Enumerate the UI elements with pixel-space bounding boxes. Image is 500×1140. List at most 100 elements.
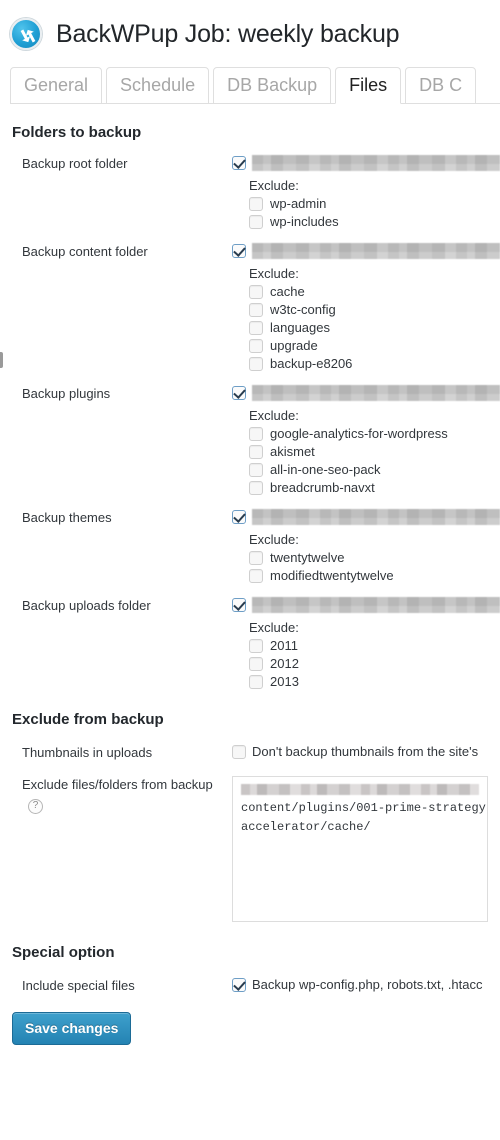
save-changes-button[interactable]: Save changes (12, 1012, 132, 1046)
row-exclude-files-folders: Exclude files/folders from backup? conte… (0, 775, 500, 922)
exclude-item-backup-e8206[interactable]: backup-e8206 (249, 356, 500, 371)
exclude-label: Exclude: (249, 532, 299, 547)
exclude-item-label: languages (270, 320, 330, 335)
checkbox-exclude-backup-e8206[interactable] (249, 356, 263, 371)
row-label: Backup root folder (22, 156, 128, 171)
checkbox-exclude-2013[interactable] (249, 674, 263, 689)
backup-plugins-toggle[interactable] (232, 385, 500, 401)
exclude-item-label: modifiedtwentytwelve (270, 568, 394, 583)
exclude-item-all-in-one-seo-pack[interactable]: all-in-one-seo-pack (249, 462, 500, 477)
row-backup-uploads-folder: Backup uploads folder Exclude: 2011 2012… (0, 597, 500, 689)
checkbox-exclude-w3tc-config[interactable] (249, 302, 263, 317)
exclude-item-modifiedtwentytwelve[interactable]: modifiedtwentytwelve (249, 568, 500, 583)
checkbox-exclude-twentytwelve[interactable] (249, 550, 263, 565)
section-title-exclude-from-backup: Exclude from backup (12, 711, 164, 728)
row-include-special-files: Include special files Backup wp-config.p… (0, 977, 500, 995)
exclude-item-label: wp-admin (270, 196, 327, 211)
row-field: Backup wp-config.php, robots.txt, .htacc (232, 977, 500, 995)
checkbox-backup-themes[interactable] (232, 510, 246, 524)
page-header: BackWPup Job: weekly backup (0, 0, 500, 56)
redacted-exclude-path-line (241, 783, 479, 795)
clipped-edge-handle (0, 352, 3, 368)
checkbox-backup-plugins[interactable] (232, 386, 246, 400)
redacted-path-themes (252, 509, 500, 525)
backup-themes-toggle[interactable] (232, 509, 500, 525)
tab-db-backup[interactable]: DB Backup (213, 66, 332, 104)
exclude-item-w3tc-config[interactable]: w3tc-config (249, 302, 500, 317)
row-label: Backup uploads folder (22, 598, 151, 613)
row-label: Backup plugins (22, 386, 111, 401)
exclude-item-akismet[interactable]: akismet (249, 444, 500, 459)
row-field: Exclude: twentytwelve modifiedtwentytwel… (232, 509, 500, 583)
exclude-item-google-analytics-for-wordpress[interactable]: google-analytics-for-wordpress (249, 426, 500, 441)
exclude-files-textarea[interactable]: content/plugins/001-prime-strategy-t acc… (232, 775, 488, 922)
tab-db-check[interactable]: DB C (405, 66, 477, 104)
section-title-special-option: Special option (12, 943, 115, 961)
exclude-item-2012[interactable]: 2012 (249, 656, 500, 671)
exclude-item-wp-admin[interactable]: wp-admin (249, 196, 500, 211)
tab-bar: General Schedule DB Backup Files DB C (10, 66, 500, 104)
checkbox-exclude-breadcrumb-navxt[interactable] (249, 480, 263, 495)
exclude-item-twentytwelve[interactable]: twentytwelve (249, 550, 500, 565)
row-field: Exclude: google-analytics-for-wordpress … (232, 385, 500, 495)
include-special-files-toggle[interactable]: Backup wp-config.php, robots.txt, .htacc (232, 977, 500, 992)
exclude-item-label: twentytwelve (270, 550, 345, 565)
exclude-item-label: backup-e8206 (270, 356, 353, 371)
checkbox-exclude-languages[interactable] (249, 320, 263, 335)
thumbnails-toggle[interactable]: Don't backup thumbnails from the site's (232, 744, 500, 759)
backup-uploads-folder-toggle[interactable] (232, 597, 500, 613)
row-field: Exclude: wp-admin wp-includes (232, 155, 500, 229)
checkbox-backup-root-folder[interactable] (232, 156, 246, 170)
backwpup-files-settings-page: BackWPup Job: weekly backup General Sche… (0, 0, 500, 1140)
row-backup-plugins: Backup plugins Exclude: google-analytics… (0, 385, 500, 495)
section-title-folders: Folders to backup (12, 124, 142, 141)
exclude-item-languages[interactable]: languages (249, 320, 500, 335)
checkbox-backup-content-folder[interactable] (232, 244, 246, 258)
row-label: Include special files (22, 977, 135, 993)
exclude-item-cache[interactable]: cache (249, 284, 500, 299)
exclude-item-label: all-in-one-seo-pack (270, 462, 381, 477)
backup-content-folder-toggle[interactable] (232, 243, 500, 259)
question-mark-icon[interactable]: ? (28, 798, 43, 814)
row-field: Exclude: 2011 2012 2013 (232, 597, 500, 689)
redacted-path-root-folder (252, 155, 500, 171)
row-label: Exclude files/folders from backup? (0, 776, 232, 922)
exclude-item-label: wp-includes (270, 214, 339, 229)
page-title: BackWPup Job: weekly backup (56, 19, 400, 48)
checkbox-exclude-cache[interactable] (249, 284, 263, 299)
checkbox-backup-uploads-folder[interactable] (232, 598, 246, 612)
exclude-item-breadcrumb-navxt[interactable]: breadcrumb-navxt (249, 480, 500, 495)
tab-general[interactable]: General (10, 66, 103, 104)
checkbox-exclude-2011[interactable] (249, 638, 263, 653)
checkbox-exclude-2012[interactable] (249, 656, 263, 671)
checkbox-exclude-modifiedtwentytwelve[interactable] (249, 568, 263, 583)
row-backup-content-folder: Backup content folder Exclude: cache w3t… (0, 243, 500, 371)
backup-root-folder-toggle[interactable] (232, 155, 500, 171)
checkbox-exclude-akismet[interactable] (249, 444, 263, 459)
checkbox-exclude-all-in-one-seo-pack[interactable] (249, 462, 263, 477)
exclude-item-label: 2013 (270, 674, 299, 689)
checkbox-dont-backup-thumbnails[interactable] (232, 745, 246, 759)
exclude-label: Exclude: (249, 620, 299, 635)
checkbox-label: Don't backup thumbnails from the site's (252, 744, 479, 759)
checkbox-exclude-wp-admin[interactable] (249, 196, 263, 211)
checkbox-exclude-wp-includes[interactable] (249, 214, 263, 229)
tab-schedule[interactable]: Schedule (106, 66, 210, 104)
redacted-path-content-folder (252, 243, 500, 259)
exclude-item-2013[interactable]: 2013 (249, 674, 500, 689)
row-thumbnails-in-uploads: Thumbnails in uploads Don't backup thumb… (0, 744, 500, 762)
exclude-path-line-3: accelerator/cache/ (241, 819, 371, 834)
exclude-item-wp-includes[interactable]: wp-includes (249, 214, 500, 229)
redacted-path-plugins (252, 385, 500, 401)
exclude-item-2011[interactable]: 2011 (249, 638, 500, 653)
exclude-item-upgrade[interactable]: upgrade (249, 338, 500, 353)
exclude-item-label: 2011 (270, 638, 298, 653)
checkbox-exclude-upgrade[interactable] (249, 338, 263, 353)
exclude-label: Exclude: (249, 266, 299, 281)
exclude-item-label: akismet (270, 444, 315, 459)
row-backup-root-folder: Backup root folder Exclude: wp-admin wp-… (0, 155, 500, 229)
tab-files[interactable]: Files (335, 66, 402, 104)
checkbox-exclude-google-analytics-for-wordpress[interactable] (249, 426, 263, 441)
checkbox-include-special-files[interactable] (232, 977, 246, 992)
exclude-item-label: google-analytics-for-wordpress (270, 426, 448, 441)
